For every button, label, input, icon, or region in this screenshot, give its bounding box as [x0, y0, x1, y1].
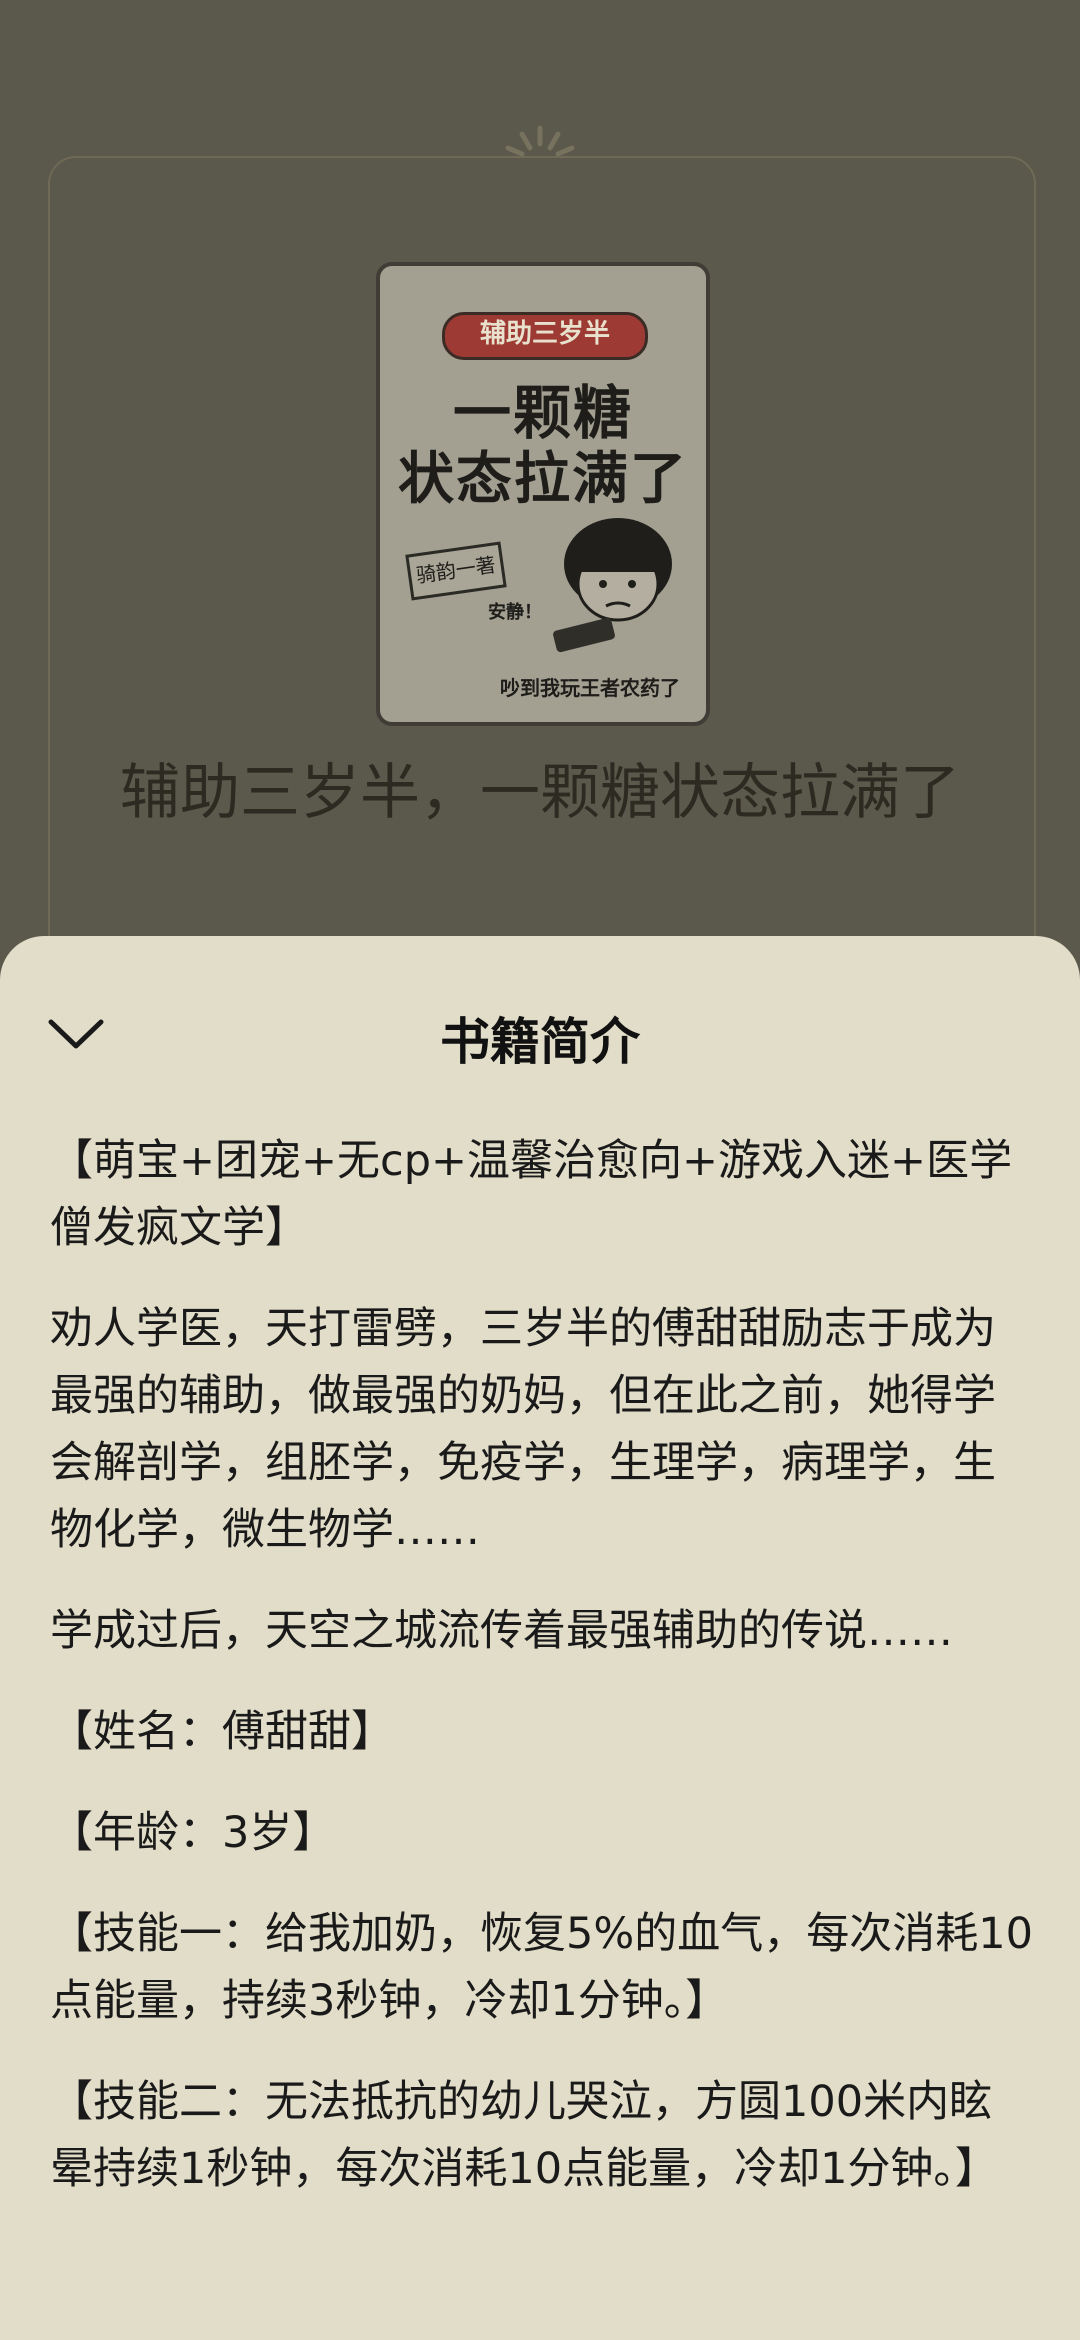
intro-text: 【萌宝+团宠+无cp+温馨治愈向+游戏入迷+医学僧发疯文学】 劝人学医，天打雷劈…: [50, 1128, 1034, 2237]
sheet-header: 书籍简介: [0, 936, 1080, 1071]
intro-paragraph: 【萌宝+团宠+无cp+温馨治愈向+游戏入迷+医学僧发疯文学】: [50, 1136, 1013, 1253]
cover-author: 骑韵一著: [405, 541, 507, 601]
cover-speech: 安静！: [488, 602, 542, 623]
cover-title-line2: 状态拉满了: [398, 447, 688, 512]
cover-caption: 吵到我玩王者农药了: [500, 676, 680, 700]
intro-paragraph: 学成过后，天空之城流传着最强辅助的传说……: [50, 1606, 953, 1656]
intro-paragraph: 【技能一：给我加奶，恢复5%的血气，每次消耗10点能量，持续3秒钟，冷却1分钟。…: [50, 1909, 1033, 2026]
intro-paragraph: 【姓名：傅甜甜】: [50, 1707, 394, 1757]
book-intro-sheet: 书籍简介 【萌宝+团宠+无cp+温馨治愈向+游戏入迷+医学僧发疯文学】 劝人学医…: [0, 936, 1080, 2340]
book-cover[interactable]: 辅助三岁半 一颗糖 状态拉满了 骑韵一著 安静！ 吵到我玩王者农药了: [376, 262, 710, 726]
intro-paragraph: 【年龄：3岁】: [50, 1808, 336, 1858]
cartoon-face-icon: [553, 518, 672, 653]
sheet-title: 书籍简介: [440, 1013, 640, 1071]
intro-paragraph: 劝人学医，天打雷劈，三岁半的傅甜甜励志于成为最强的辅助，做最强的奶妈，但在此之前…: [50, 1304, 996, 1555]
cover-tag: 辅助三岁半: [442, 312, 648, 360]
book-title: 辅助三岁半，一颗糖状态拉满了: [120, 758, 960, 828]
intro-paragraph: 【技能二：无法抵抗的幼儿哭泣，方圆100米内眩晕持续1秒钟，每次消耗10点能量，…: [50, 2077, 998, 2194]
